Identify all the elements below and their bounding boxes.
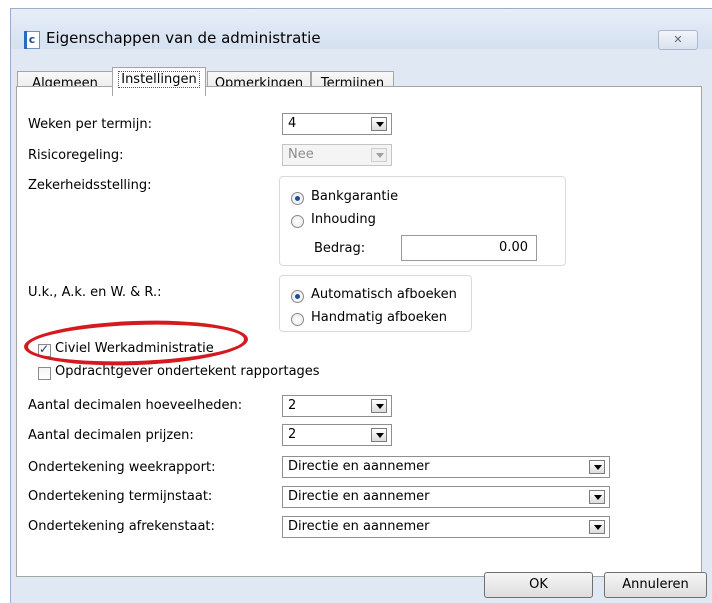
weken-label: Weken per termijn: (28, 117, 152, 132)
risico-value: Nee (288, 147, 314, 162)
uk-label: U.k., A.k. en W. & R.: (28, 285, 162, 300)
bankgarantie-label: Bankgarantie (311, 189, 399, 204)
handmatig-radio[interactable] (291, 313, 304, 326)
afrekenstaat-label: Ondertekening afrekenstaat: (28, 519, 215, 534)
opdrachtgever-label: Opdrachtgever ondertekent rapportages (55, 364, 320, 379)
chevron-down-icon[interactable] (371, 117, 387, 131)
chevron-down-icon[interactable] (371, 399, 387, 413)
termijnstaat-value: Directie en aannemer (288, 489, 430, 504)
chevron-down-icon[interactable] (589, 520, 605, 534)
chevron-down-icon[interactable] (371, 148, 387, 162)
risico-label: Risicoregeling: (28, 148, 124, 163)
dec-prijzen-label: Aantal decimalen prijzen: (28, 428, 194, 443)
opdrachtgever-checkbox[interactable] (38, 367, 51, 380)
ok-button[interactable]: OK (484, 572, 593, 598)
dialog-title: Eigenschappen van de administratie (46, 29, 321, 47)
close-button[interactable]: ✕ (658, 30, 698, 50)
bankgarantie-radio[interactable] (291, 192, 304, 205)
dec-hoeveel-label: Aantal decimalen hoeveelheden: (28, 398, 243, 413)
chevron-down-icon[interactable] (371, 428, 387, 442)
automatisch-radio[interactable] (291, 290, 304, 303)
bedrag-label: Bedrag: (314, 241, 366, 256)
title-bar[interactable]: c Eigenschappen van de administratie ✕ (11, 9, 712, 50)
inhouding-label: Inhouding (311, 212, 376, 227)
termijnstaat-select[interactable]: Directie en aannemer (282, 486, 610, 508)
app-icon: c (24, 31, 40, 49)
chevron-down-icon[interactable] (589, 490, 605, 504)
automatisch-label: Automatisch afboeken (311, 287, 457, 302)
weekrapport-label: Ondertekening weekrapport: (28, 460, 216, 475)
dec-hoeveel-value: 2 (288, 398, 297, 413)
risico-select[interactable]: Nee (282, 144, 392, 166)
dec-prijzen-select[interactable]: 2 (282, 424, 392, 446)
tab-instellingen[interactable]: Instellingen (112, 67, 206, 96)
zekerheid-label: Zekerheidsstelling: (28, 178, 152, 193)
weekrapport-select[interactable]: Directie en aannemer (282, 456, 610, 478)
inhouding-radio[interactable] (291, 215, 304, 228)
afrekenstaat-value: Directie en aannemer (288, 519, 430, 534)
weekrapport-value: Directie en aannemer (288, 459, 430, 474)
bedrag-input[interactable]: 0.00 (401, 235, 537, 261)
close-icon: ✕ (673, 33, 683, 46)
weken-select[interactable]: 4 (282, 113, 392, 135)
tab-label: Instellingen (118, 71, 200, 88)
dec-hoeveel-select[interactable]: 2 (282, 395, 392, 417)
dec-prijzen-value: 2 (288, 427, 297, 442)
cancel-button[interactable]: Annuleren (604, 572, 707, 598)
handmatig-label: Handmatig afboeken (311, 310, 448, 325)
termijnstaat-label: Ondertekening termijnstaat: (28, 489, 213, 504)
chevron-down-icon[interactable] (589, 460, 605, 474)
afrekenstaat-select[interactable]: Directie en aannemer (282, 516, 610, 538)
weken-value: 4 (288, 116, 297, 131)
